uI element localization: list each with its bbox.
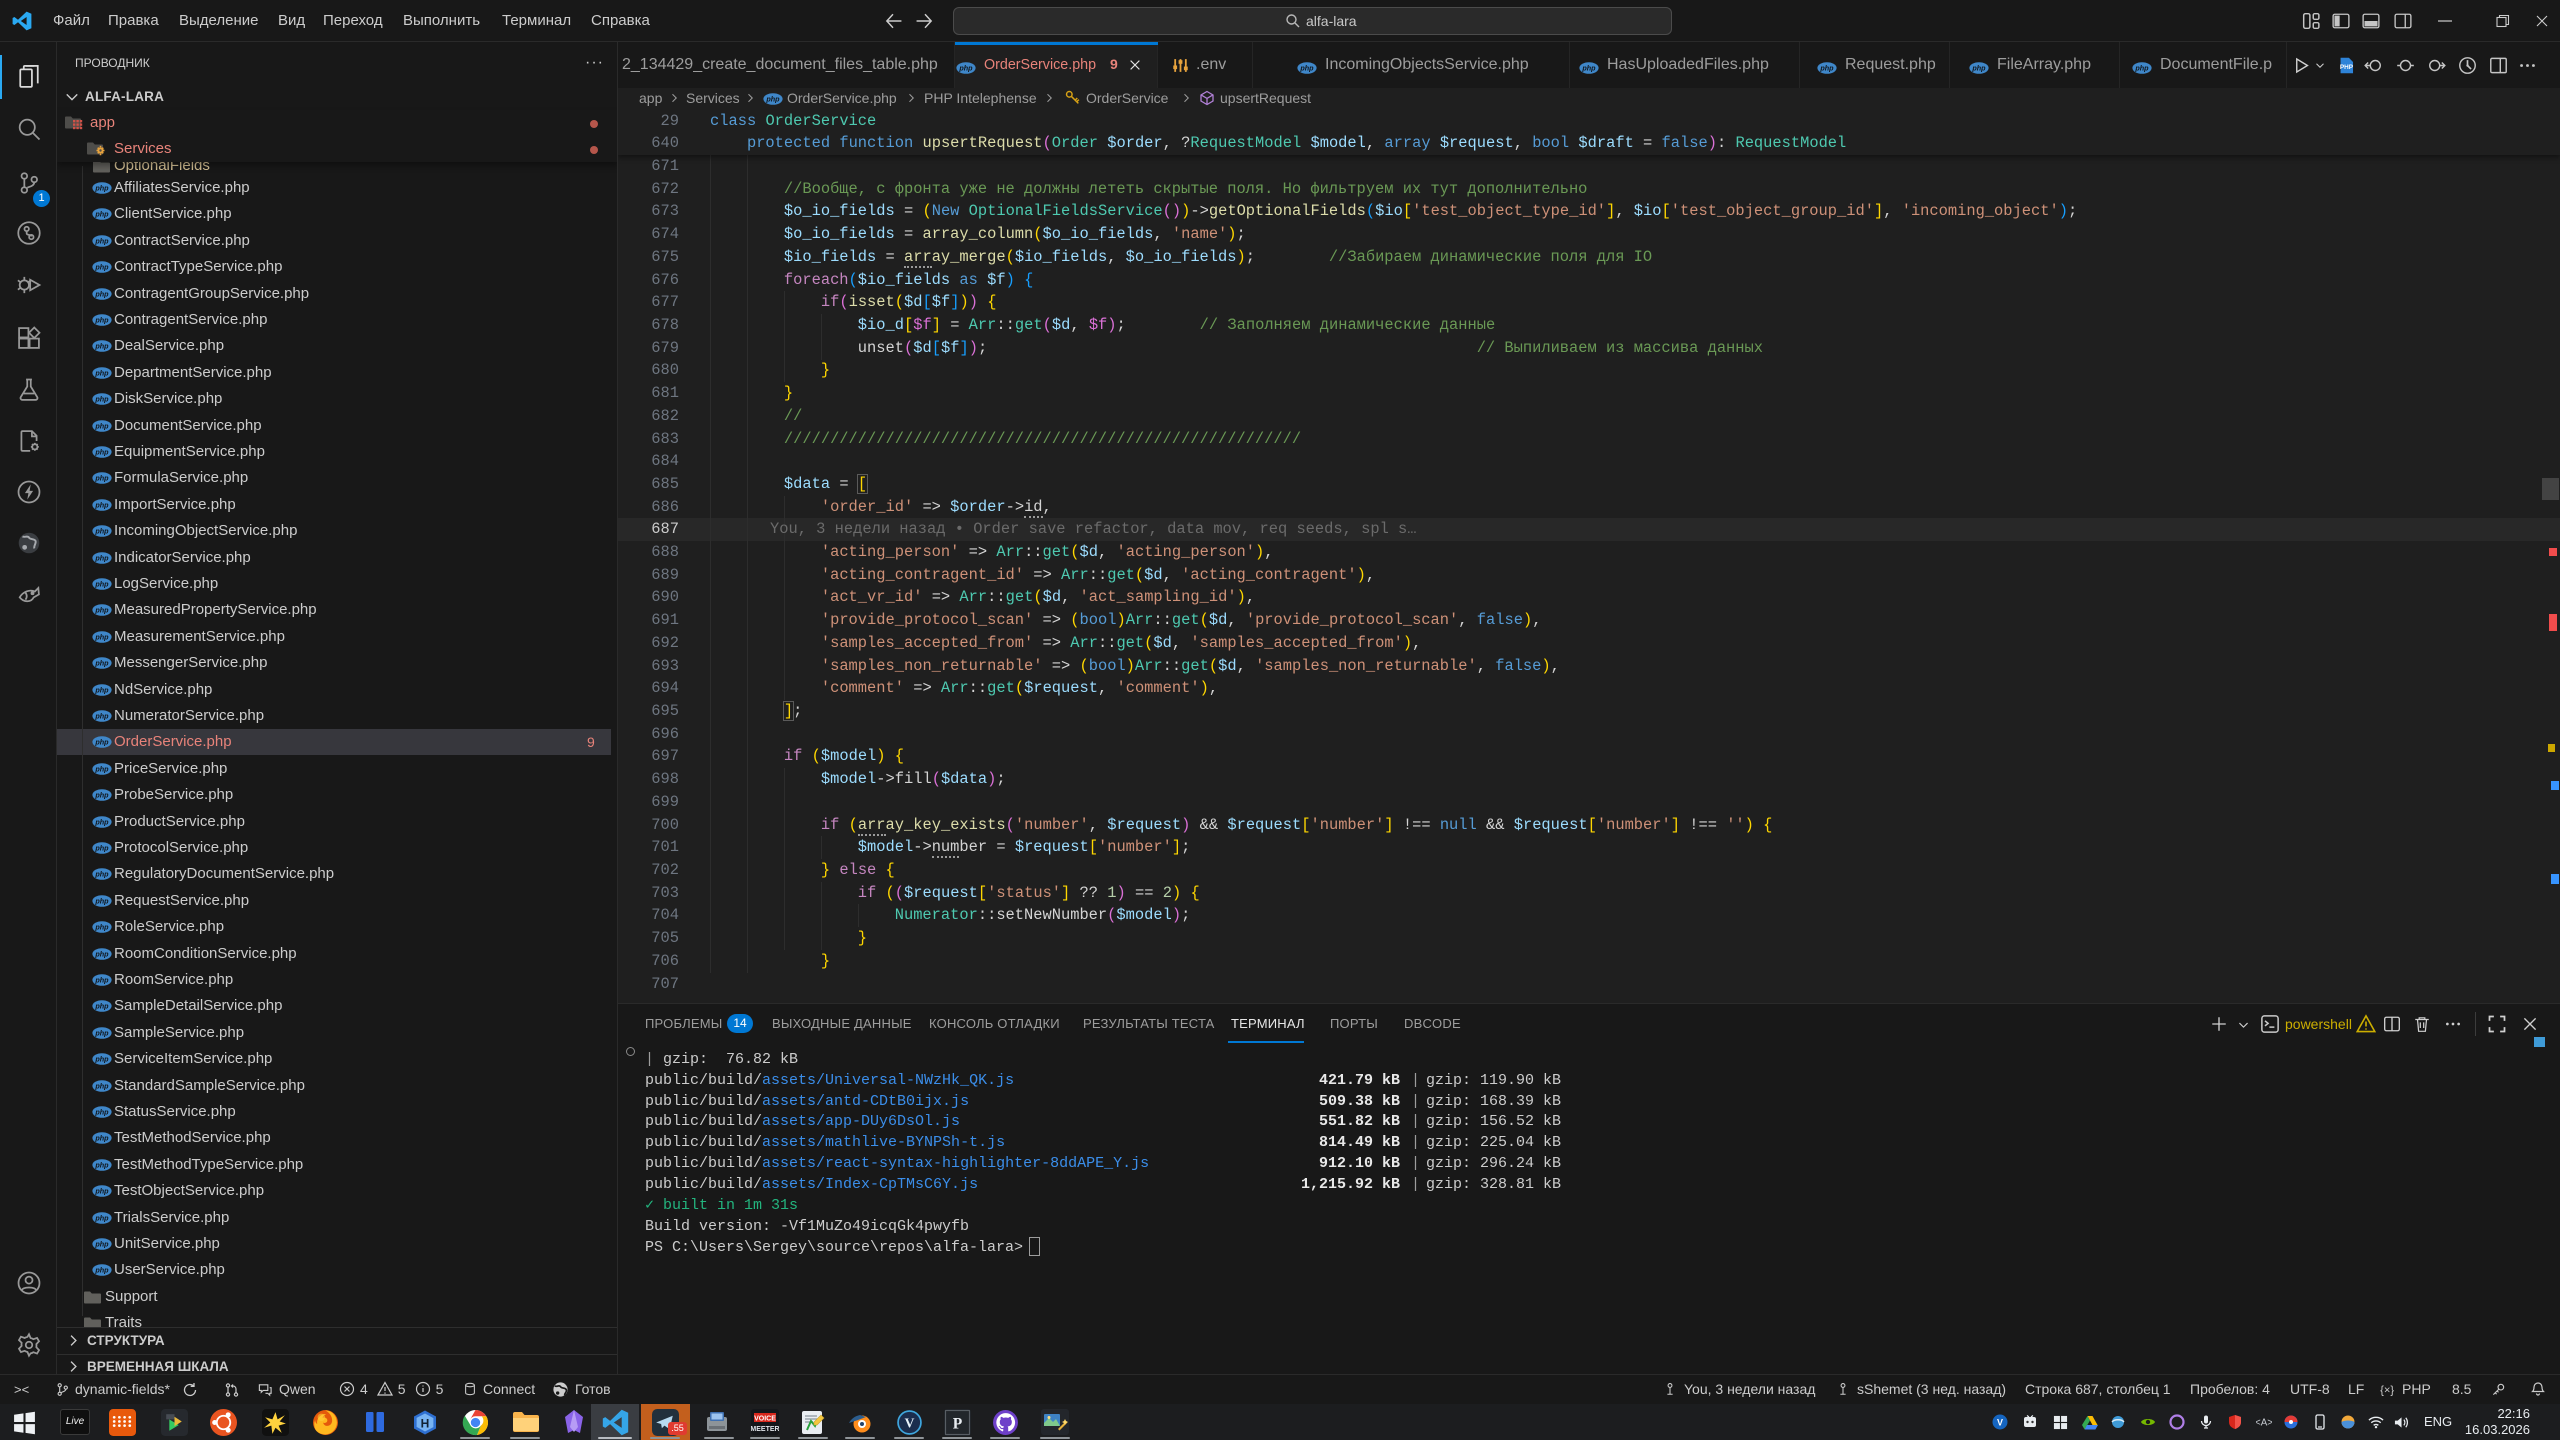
svg-text:php: php bbox=[1299, 63, 1314, 72]
svg-text:php: php bbox=[94, 290, 109, 299]
svg-text:php: php bbox=[94, 1029, 109, 1038]
svg-text:php: php bbox=[94, 580, 109, 589]
svg-text:php: php bbox=[94, 1266, 109, 1275]
svg-text:php: php bbox=[94, 1161, 109, 1170]
svg-text:php: php bbox=[94, 976, 109, 985]
svg-text:php: php bbox=[94, 923, 109, 932]
svg-text:php: php bbox=[94, 844, 109, 853]
svg-text:php: php bbox=[94, 738, 109, 747]
svg-text:php: php bbox=[94, 263, 109, 272]
svg-text:P: P bbox=[952, 1415, 962, 1432]
svg-text:php: php bbox=[94, 474, 109, 483]
svg-text:php: php bbox=[1581, 63, 1596, 72]
svg-text:php: php bbox=[94, 1240, 109, 1249]
svg-text:php: php bbox=[94, 395, 109, 404]
svg-text:php: php bbox=[94, 1214, 109, 1223]
svg-text:php: php bbox=[1971, 63, 1986, 72]
svg-text:php: php bbox=[1819, 63, 1834, 72]
svg-text:php: php bbox=[2134, 63, 2149, 72]
svg-text:php: php bbox=[94, 1055, 109, 1064]
svg-text:php: php bbox=[94, 1187, 109, 1196]
svg-text:php: php bbox=[94, 527, 109, 536]
svg-text:VOICE: VOICE bbox=[754, 1416, 776, 1423]
svg-text:php: php bbox=[94, 422, 109, 431]
svg-text:php: php bbox=[94, 712, 109, 721]
svg-text:php: php bbox=[94, 818, 109, 827]
svg-text:php: php bbox=[94, 501, 109, 510]
svg-text:V: V bbox=[1997, 1418, 2003, 1428]
svg-text:php: php bbox=[94, 870, 109, 879]
svg-text:php: php bbox=[94, 765, 109, 774]
svg-text:php: php bbox=[958, 63, 973, 72]
svg-text:php: php bbox=[94, 369, 109, 378]
svg-text:php: php bbox=[94, 1108, 109, 1117]
svg-text:php: php bbox=[94, 1082, 109, 1091]
svg-text:php: php bbox=[94, 897, 109, 906]
svg-text:php: php bbox=[94, 342, 109, 351]
svg-text:php: php bbox=[94, 1134, 109, 1143]
svg-text:php: php bbox=[94, 184, 109, 193]
svg-text:php: php bbox=[94, 606, 109, 615]
svg-text:php: php bbox=[94, 448, 109, 457]
svg-text:php: php bbox=[94, 950, 109, 959]
svg-text:H: H bbox=[421, 1416, 430, 1430]
svg-text:php: php bbox=[94, 633, 109, 642]
svg-text:php: php bbox=[94, 210, 109, 219]
svg-text:php: php bbox=[94, 554, 109, 563]
svg-text:php: php bbox=[94, 316, 109, 325]
svg-text:<A>: <A> bbox=[2256, 1418, 2272, 1429]
svg-text:PHP: PHP bbox=[2340, 64, 2354, 71]
svg-text:php: php bbox=[94, 686, 109, 695]
svg-text:V: V bbox=[904, 1415, 914, 1430]
svg-text:php: php bbox=[94, 237, 109, 246]
svg-text:{×}: {×} bbox=[2380, 1384, 2394, 1396]
svg-text:MEETER: MEETER bbox=[751, 1426, 779, 1433]
svg-text:php: php bbox=[94, 659, 109, 668]
svg-text:php: php bbox=[94, 791, 109, 800]
svg-text:php: php bbox=[765, 95, 780, 104]
svg-text:php: php bbox=[94, 1002, 109, 1011]
